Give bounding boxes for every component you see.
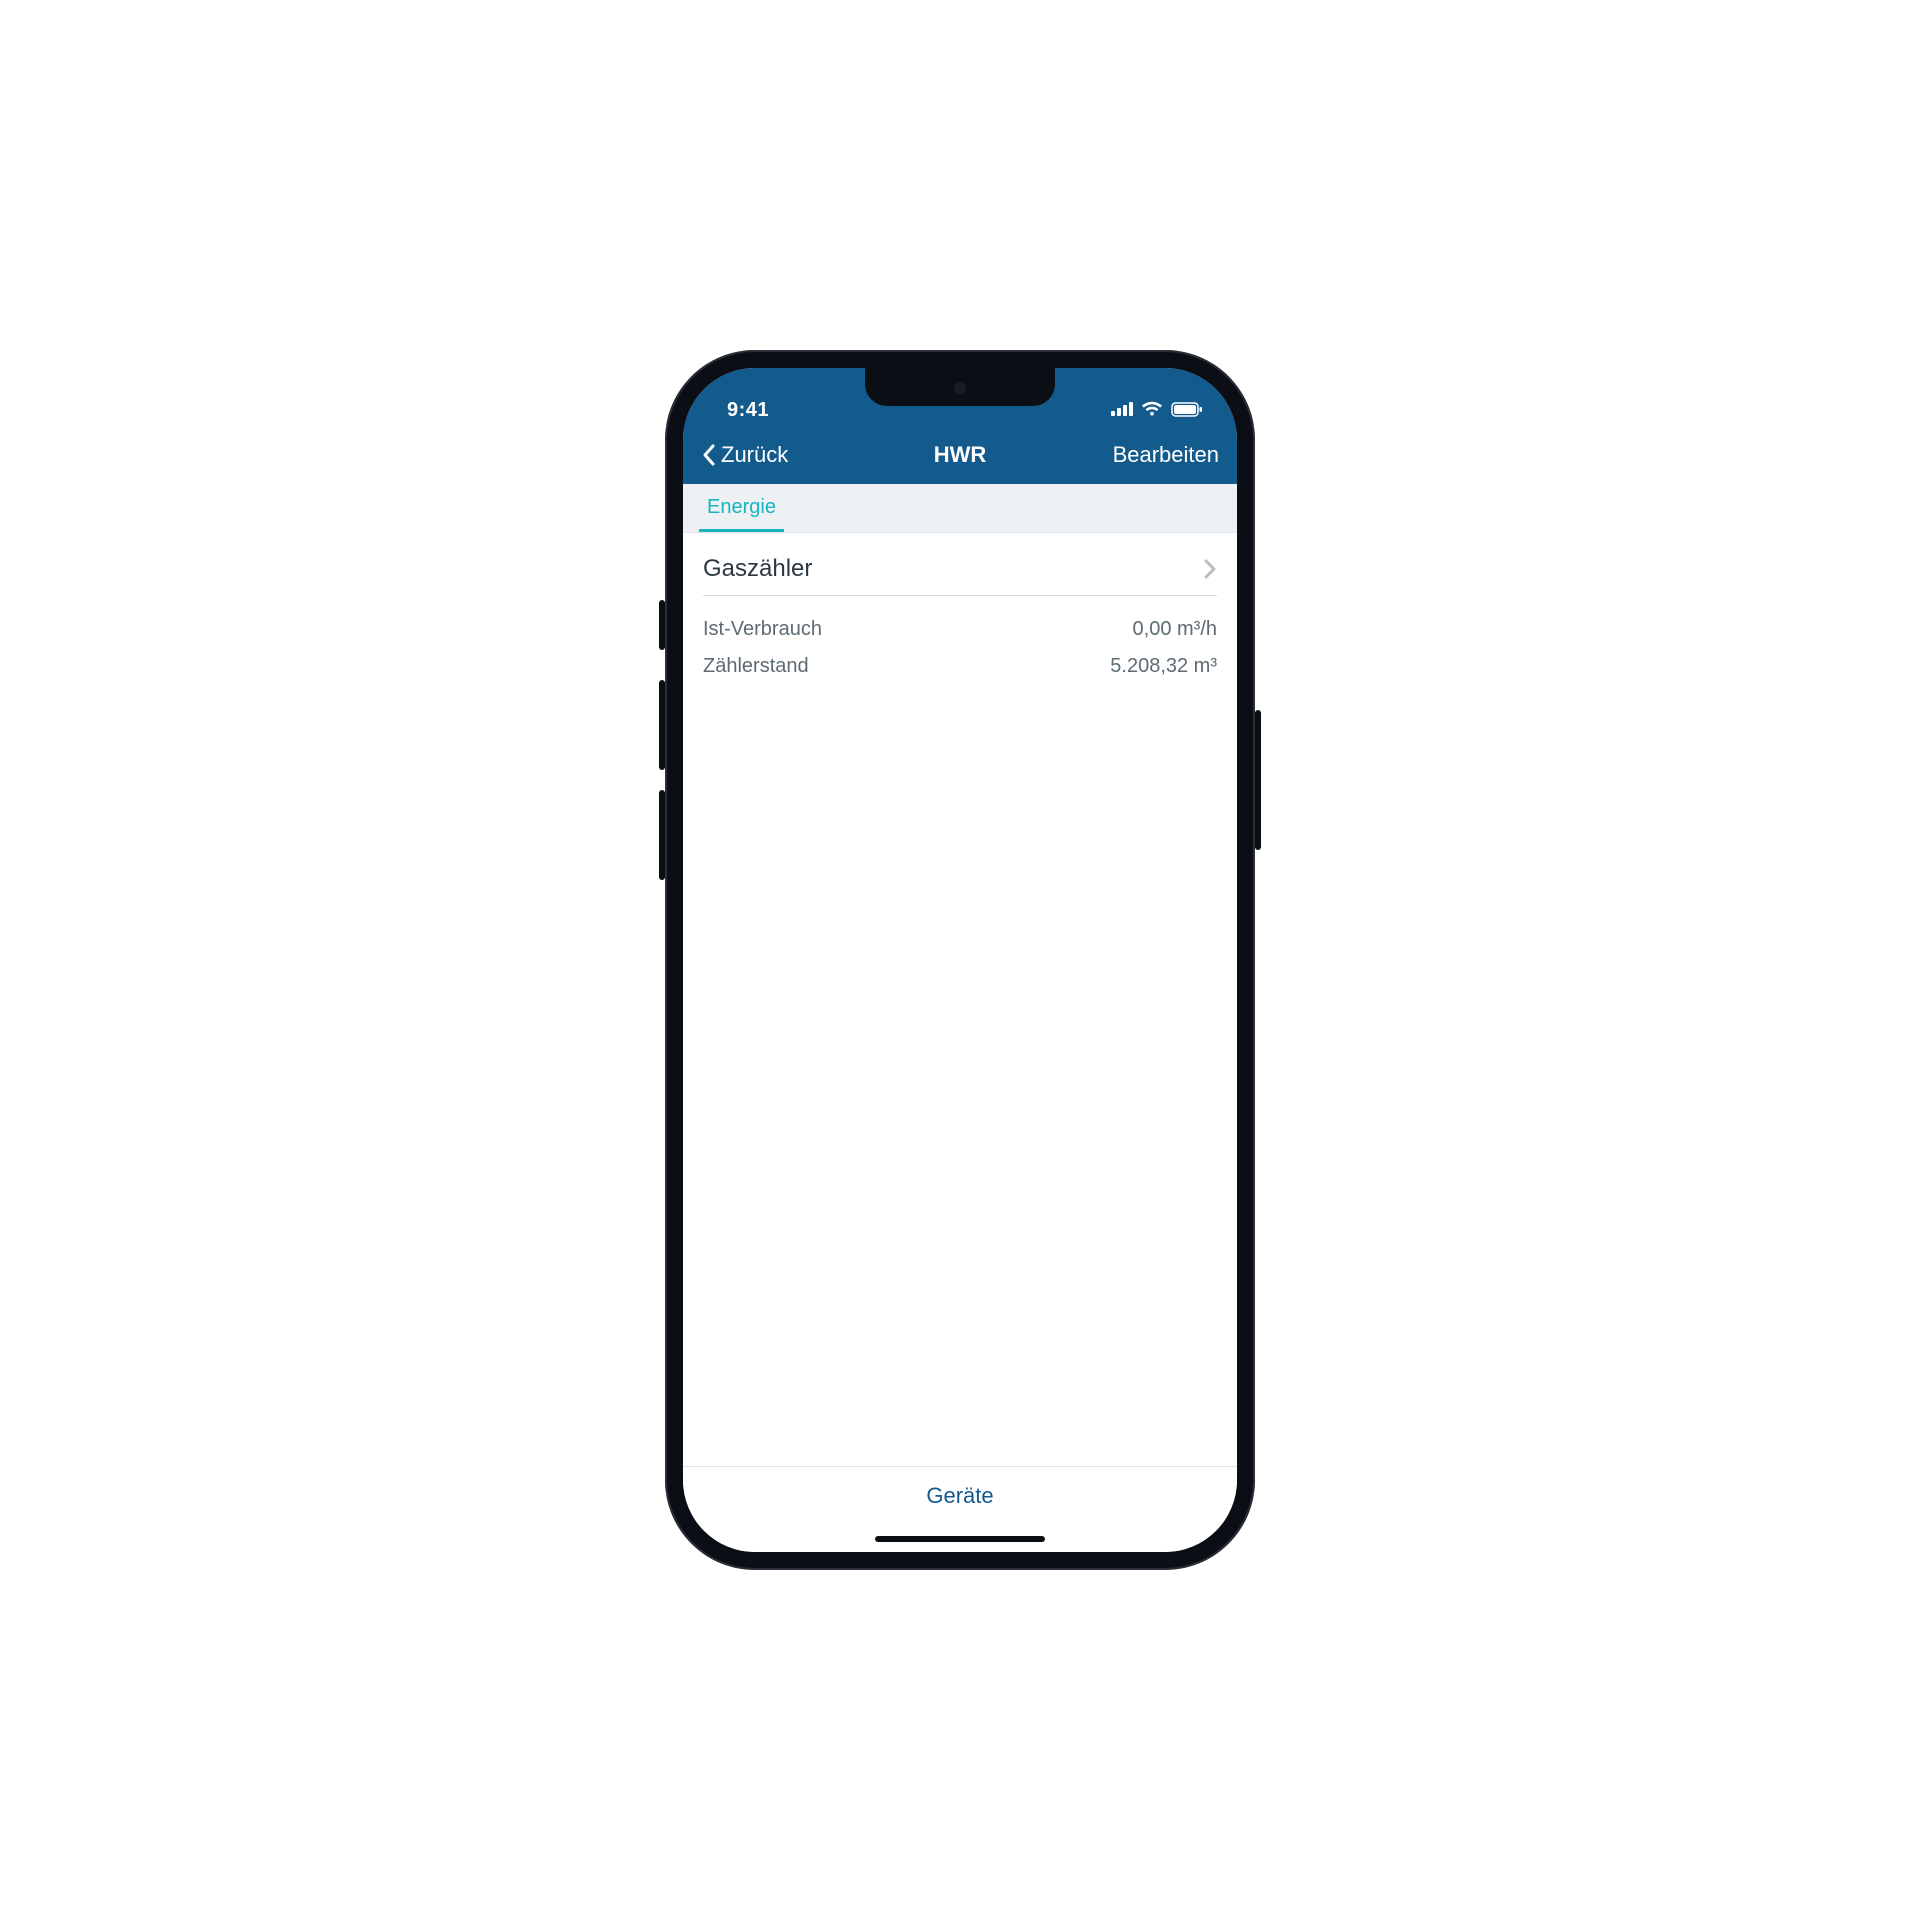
battery-icon [1171,402,1203,422]
content-area: Gaszähler Ist-Verbrauch 0,00 m³/h Zähler… [683,533,1237,1466]
phone-side-button [1255,710,1261,850]
phone-side-button [659,600,665,650]
back-label: Zurück [721,442,788,468]
section-title: Gaszähler [703,555,812,583]
edit-button[interactable]: Bearbeiten [1113,442,1219,468]
metric-value: 0,00 m³/h [1133,618,1217,641]
chevron-left-icon [701,443,717,467]
section-gas-meter[interactable]: Gaszähler [703,555,1217,596]
metric-consumption: Ist-Verbrauch 0,00 m³/h [703,618,1217,641]
metric-value: 5.208,32 m³ [1110,655,1217,678]
wifi-icon [1141,401,1163,422]
cellular-icon [1111,402,1133,421]
phone-frame: 9:41 [665,350,1255,1570]
notch [865,368,1055,406]
metric-reading: Zählerstand 5.208,32 m³ [703,655,1217,678]
chevron-right-icon [1203,558,1217,580]
tab-bar: Energie [683,484,1237,533]
phone-side-button [659,790,665,880]
back-button[interactable]: Zurück [701,442,788,468]
metric-label: Ist-Verbrauch [703,618,822,641]
phone-side-button [659,680,665,770]
status-time: 9:41 [727,399,769,422]
metric-label: Zählerstand [703,655,809,678]
tab-energy[interactable]: Energie [699,484,784,532]
devices-button[interactable]: Geräte [926,1483,993,1509]
page-title: HWR [934,442,987,468]
screen: 9:41 [683,368,1237,1552]
status-icons [1111,401,1203,422]
nav-bar: Zurück HWR Bearbeiten [683,426,1237,484]
home-indicator[interactable] [875,1536,1045,1542]
